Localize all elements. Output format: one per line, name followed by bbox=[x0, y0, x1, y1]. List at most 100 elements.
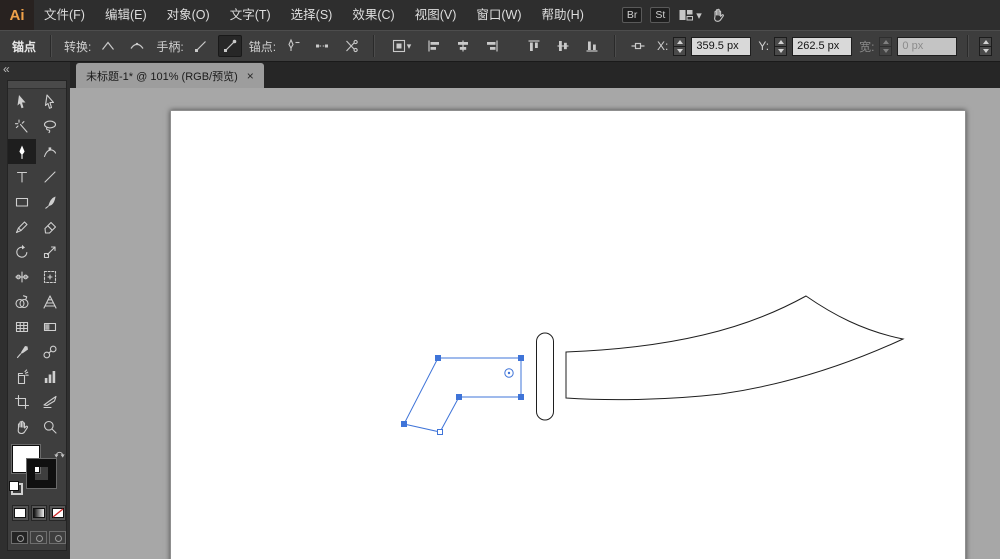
chevron-down-icon: ▾ bbox=[407, 41, 412, 52]
convert-smooth-icon[interactable] bbox=[125, 35, 149, 57]
direct-selection-tool[interactable] bbox=[36, 89, 64, 114]
delete-anchor-icon[interactable] bbox=[281, 35, 305, 57]
y-field[interactable]: 262.5 px bbox=[792, 37, 852, 56]
symbol-sprayer-tool[interactable] bbox=[8, 364, 36, 389]
eyedropper-tool[interactable] bbox=[8, 339, 36, 364]
chevron-down-icon: ▾ bbox=[696, 9, 702, 22]
column-graph-tool[interactable] bbox=[36, 364, 64, 389]
anchor-indicator-dot bbox=[508, 372, 510, 374]
color-mode-buttons bbox=[12, 505, 66, 521]
selection-tool[interactable] bbox=[8, 89, 36, 114]
gradient-button[interactable] bbox=[31, 505, 48, 521]
width-tool[interactable] bbox=[8, 264, 36, 289]
magic-wand-tool[interactable] bbox=[8, 114, 36, 139]
stroke-swatch[interactable] bbox=[27, 459, 56, 488]
anchor-point[interactable] bbox=[438, 430, 443, 435]
free-transform-tool[interactable] bbox=[36, 264, 64, 289]
none-button[interactable] bbox=[49, 505, 66, 521]
workspace-switcher-icon[interactable]: ▾ bbox=[678, 7, 702, 23]
menu-items: 文件(F)编辑(E)对象(O)文字(T)选择(S)效果(C)视图(V)窗口(W)… bbox=[34, 0, 594, 30]
rectangle-tool[interactable] bbox=[8, 189, 36, 214]
width-label: 宽: bbox=[859, 38, 874, 55]
control-bar-title: 锚点 bbox=[12, 38, 36, 55]
eraser-tool[interactable] bbox=[36, 214, 64, 239]
menu-effect[interactable]: 效果(C) bbox=[342, 0, 404, 30]
anchor-point[interactable] bbox=[519, 395, 524, 400]
handles-show-icon[interactable] bbox=[218, 35, 242, 57]
align-top-icon[interactable] bbox=[522, 35, 546, 57]
artboard-tool[interactable] bbox=[8, 389, 36, 414]
selected-handle-path[interactable] bbox=[404, 358, 521, 432]
slice-tool[interactable] bbox=[36, 389, 64, 414]
convert-label: 转换: bbox=[64, 38, 91, 55]
default-fill-stroke-icon[interactable] bbox=[9, 481, 23, 495]
close-icon[interactable]: × bbox=[247, 71, 254, 81]
paintbrush-tool[interactable] bbox=[36, 189, 64, 214]
align-right-icon[interactable] bbox=[480, 35, 504, 57]
menu-help[interactable]: 帮助(H) bbox=[532, 0, 594, 30]
convert-corner-icon[interactable] bbox=[96, 35, 120, 57]
draw-normal-icon[interactable] bbox=[11, 531, 28, 544]
guard-capsule-shape[interactable] bbox=[537, 333, 554, 420]
handles-hide-icon[interactable] bbox=[189, 35, 213, 57]
fill-stroke-control bbox=[8, 445, 66, 499]
anchor-point[interactable] bbox=[402, 422, 407, 427]
menu-file[interactable]: 文件(F) bbox=[34, 0, 95, 30]
menu-bar: Ai 文件(F)编辑(E)对象(O)文字(T)选择(S)效果(C)视图(V)窗口… bbox=[0, 0, 1000, 31]
canvas-area[interactable] bbox=[70, 88, 1000, 559]
artwork-layer[interactable] bbox=[70, 88, 1000, 559]
rotate-tool[interactable] bbox=[8, 239, 36, 264]
mesh-tool[interactable] bbox=[8, 314, 36, 339]
menu-edit[interactable]: 编辑(E) bbox=[95, 0, 157, 30]
hand-tool[interactable] bbox=[8, 414, 36, 439]
perspective-grid-tool[interactable] bbox=[36, 289, 64, 314]
blend-tool[interactable] bbox=[36, 339, 64, 364]
blade-shape[interactable] bbox=[566, 296, 903, 400]
curvature-tool[interactable] bbox=[36, 139, 64, 164]
x-stepper[interactable] bbox=[673, 37, 686, 56]
separator bbox=[373, 35, 375, 57]
anchor-point[interactable] bbox=[457, 395, 462, 400]
swap-fill-stroke-icon[interactable] bbox=[54, 446, 65, 464]
collapse-panel-icon[interactable]: « bbox=[3, 64, 10, 74]
separator bbox=[967, 35, 969, 57]
height-stepper[interactable] bbox=[979, 37, 992, 56]
x-field[interactable]: 359.5 px bbox=[691, 37, 751, 56]
menu-window[interactable]: 窗口(W) bbox=[466, 0, 531, 30]
menu-type[interactable]: 文字(T) bbox=[220, 0, 281, 30]
connect-paths-icon[interactable] bbox=[310, 35, 334, 57]
align-bottom-icon[interactable] bbox=[580, 35, 604, 57]
align-left-icon[interactable] bbox=[422, 35, 446, 57]
zoom-tool[interactable] bbox=[36, 414, 64, 439]
menu-select[interactable]: 选择(S) bbox=[281, 0, 343, 30]
cut-path-icon[interactable] bbox=[339, 35, 363, 57]
type-tool[interactable] bbox=[8, 164, 36, 189]
align-middle-icon[interactable] bbox=[551, 35, 575, 57]
line-segment-tool[interactable] bbox=[36, 164, 64, 189]
stock-button[interactable]: St bbox=[650, 7, 670, 23]
anchor-point[interactable] bbox=[436, 356, 441, 361]
align-to-artboard-icon[interactable]: ▾ bbox=[385, 35, 417, 57]
anchor-points[interactable] bbox=[402, 356, 524, 435]
menu-object[interactable]: 对象(O) bbox=[157, 0, 220, 30]
reference-point-icon[interactable] bbox=[626, 35, 650, 57]
align-center-icon[interactable] bbox=[451, 35, 475, 57]
color-button[interactable] bbox=[12, 505, 29, 521]
draw-inside-icon[interactable] bbox=[49, 531, 66, 544]
pen-tool[interactable] bbox=[8, 139, 36, 164]
scale-tool[interactable] bbox=[36, 239, 64, 264]
anchor-point[interactable] bbox=[519, 356, 524, 361]
document-tab[interactable]: 未标题-1* @ 101% (RGB/预览) × bbox=[76, 63, 264, 88]
tools-panel-grip[interactable] bbox=[8, 81, 66, 89]
menu-view[interactable]: 视图(V) bbox=[405, 0, 467, 30]
control-bar: 锚点 转换: 手柄: 锚点: ▾ bbox=[0, 30, 1000, 62]
y-stepper[interactable] bbox=[774, 37, 787, 56]
pencil-tool[interactable] bbox=[8, 214, 36, 239]
bridge-button[interactable]: Br bbox=[622, 7, 643, 23]
draw-behind-icon[interactable] bbox=[30, 531, 47, 544]
gradient-tool[interactable] bbox=[36, 314, 64, 339]
shape-builder-tool[interactable] bbox=[8, 289, 36, 314]
lasso-tool[interactable] bbox=[36, 114, 64, 139]
document-tab-bar: 未标题-1* @ 101% (RGB/预览) × bbox=[70, 62, 1000, 89]
touch-workspace-icon[interactable] bbox=[710, 7, 726, 23]
